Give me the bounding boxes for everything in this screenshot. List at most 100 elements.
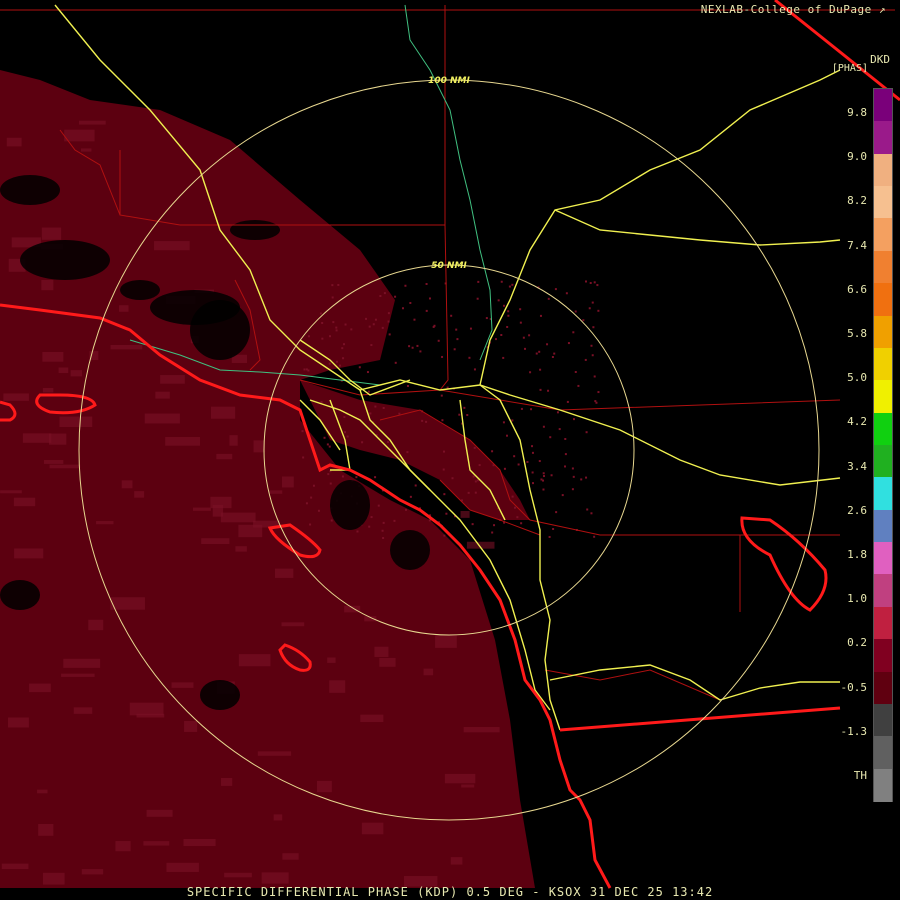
echo-patch xyxy=(257,751,292,756)
echo-patch xyxy=(238,524,263,538)
range-ring-label-100: 100 NMI xyxy=(428,76,470,86)
echo-patch xyxy=(3,393,29,401)
echo-patch xyxy=(235,546,247,552)
echo-speckle xyxy=(374,476,377,479)
echo-speckle xyxy=(398,412,401,415)
echo-speckle xyxy=(305,368,308,371)
echo-patch xyxy=(22,433,52,443)
echo-speckle xyxy=(408,345,411,348)
echo-speckle xyxy=(574,310,577,313)
echo-speckle xyxy=(592,326,595,329)
color-scale-tick-label: 9.8 xyxy=(847,106,867,119)
echo-speckle xyxy=(491,531,494,534)
color-scale-segment xyxy=(874,121,892,155)
echo-speckle xyxy=(377,504,380,507)
echo-speckle xyxy=(485,317,488,320)
echo-patch xyxy=(59,416,93,428)
echo-speckle xyxy=(539,314,542,317)
echo-patch xyxy=(229,435,238,446)
echo-speckle xyxy=(471,523,474,526)
echo-patch xyxy=(64,129,95,142)
echo-speckle xyxy=(552,528,555,531)
echo-speckle xyxy=(566,400,569,403)
color-scale-tick-label: -1.3 xyxy=(840,724,868,738)
echo-speckle xyxy=(437,339,440,342)
echo-speckle xyxy=(567,342,570,345)
color-scale-segment xyxy=(874,703,892,738)
echo-speckle xyxy=(542,488,545,491)
echo-speckle xyxy=(511,495,514,498)
echo-speckle xyxy=(589,282,592,285)
echo-patch xyxy=(73,707,93,714)
echo-speckle xyxy=(425,309,428,312)
echo-patch xyxy=(281,476,294,488)
echo-patch xyxy=(43,460,64,464)
echo-speckle xyxy=(441,419,444,422)
echo-patch xyxy=(121,480,133,489)
echo-speckle xyxy=(472,475,475,478)
echo-speckle xyxy=(328,445,331,448)
echo-patch xyxy=(42,388,54,393)
echo-patch xyxy=(143,841,170,846)
echo-patch xyxy=(38,823,54,836)
echo-speckle xyxy=(346,435,349,438)
echo-speckle xyxy=(493,524,496,527)
echo-speckle xyxy=(341,475,344,478)
product-code: DKD xyxy=(870,53,890,66)
echo-speckle xyxy=(332,321,335,324)
echo-speckle xyxy=(522,336,525,339)
echo-patch xyxy=(29,683,51,693)
echo-patch xyxy=(48,433,67,445)
echo-patch xyxy=(374,646,389,657)
echo-speckle xyxy=(550,474,553,477)
echo-patch xyxy=(110,597,145,610)
echo-speckle xyxy=(507,310,510,313)
echo-speckle xyxy=(476,297,479,300)
echo-patch xyxy=(8,717,29,728)
echo-patch xyxy=(166,862,199,872)
echo-speckle xyxy=(310,496,313,499)
echo-speckle xyxy=(404,284,407,287)
echo-speckle xyxy=(517,463,520,466)
echo-patch xyxy=(282,853,299,860)
echo-speckle xyxy=(524,347,527,350)
echo-gap xyxy=(330,480,370,530)
echo-speckle xyxy=(370,344,373,347)
echo-speckle xyxy=(406,384,409,387)
echo-speckle xyxy=(546,343,549,346)
echo-patch xyxy=(171,682,194,688)
arrow-icon: ↗ xyxy=(878,3,886,16)
echo-speckle xyxy=(505,434,508,437)
product-caption: SPECIFIC DIFFERENTIAL PHASE (KDP) 0.5 DE… xyxy=(186,885,714,899)
echo-speckle xyxy=(321,337,324,340)
echo-speckle xyxy=(469,327,472,330)
echo-speckle xyxy=(531,445,534,448)
echo-speckle xyxy=(467,491,470,494)
echo-speckle xyxy=(335,360,338,363)
credit-label: NEXLAB-College of DuPage ↗ xyxy=(701,3,886,16)
echo-speckle xyxy=(301,430,304,433)
echo-speckle xyxy=(441,355,444,358)
color-scale-segment xyxy=(874,768,892,802)
echo-speckle xyxy=(368,525,371,528)
echo-speckle xyxy=(344,323,347,326)
echo-patch xyxy=(49,464,81,469)
echo-patch xyxy=(261,872,289,884)
echo-speckle xyxy=(588,307,591,310)
echo-speckle xyxy=(381,529,384,532)
echo-patch xyxy=(110,344,143,350)
color-scale-segment xyxy=(874,283,892,317)
echo-speckle xyxy=(328,362,331,365)
color-scale-segment xyxy=(874,671,892,705)
echo-speckle xyxy=(506,325,509,328)
echo-speckle xyxy=(455,328,458,331)
echo-patch xyxy=(461,784,475,788)
echo-speckle xyxy=(584,280,587,283)
echo-speckle xyxy=(511,283,514,286)
echo-speckle xyxy=(425,420,428,423)
echo-speckle xyxy=(450,314,453,317)
echo-patch xyxy=(327,657,336,663)
echo-speckle xyxy=(370,516,373,519)
echo-speckle xyxy=(387,312,390,315)
echo-speckle xyxy=(440,394,443,397)
